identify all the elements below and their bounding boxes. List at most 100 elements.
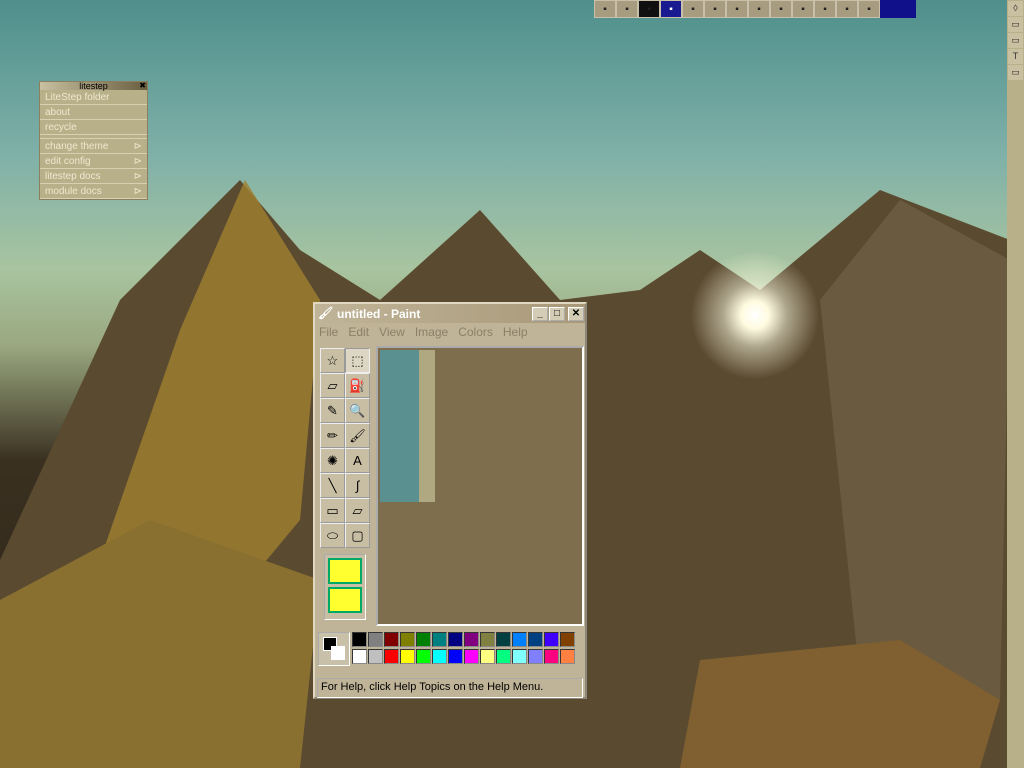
minimize-button[interactable]: _ [532, 306, 548, 321]
opaque-option[interactable] [328, 558, 362, 584]
palette-swatch[interactable] [464, 649, 479, 664]
tray-icon[interactable]: T [1008, 49, 1023, 64]
canvas-image[interactable] [380, 350, 435, 502]
status-bar: For Help, click Help Topics on the Help … [317, 678, 583, 698]
menu-item[interactable]: recycle [40, 120, 147, 135]
tray-icon[interactable]: ▭ [1008, 65, 1023, 80]
close-button[interactable]: ✕ [568, 306, 584, 321]
submenu-arrow-icon: ⊳ [133, 171, 142, 182]
notebook-icon[interactable]: ▪ [682, 0, 704, 18]
paint-icon[interactable]: ▪ [726, 0, 748, 18]
menu-bar: File Edit View Image Colors Help [315, 323, 585, 341]
network-icon[interactable]: ▪ [814, 0, 836, 18]
help-icon[interactable]: ▪ [748, 0, 770, 18]
free-select-tool[interactable]: ☆ [320, 348, 345, 373]
menu-edit[interactable]: Edit [348, 325, 369, 339]
menu-item[interactable]: module docs ⊳ [40, 184, 147, 199]
tray-icon[interactable]: ▭ [1008, 17, 1023, 32]
title-bar[interactable]: 🖌 untitled - Paint _ □ ✕ [315, 304, 585, 323]
menu-item[interactable]: change theme ⊳ [40, 139, 147, 154]
folder-icon[interactable]: ▪ [616, 0, 638, 18]
palette-swatch[interactable] [368, 649, 383, 664]
menu-item[interactable]: edit config ⊳ [40, 154, 147, 169]
menu-item-label: module docs [45, 186, 102, 197]
notepad-icon[interactable]: ▪ [704, 0, 726, 18]
palette-swatch[interactable] [496, 632, 511, 647]
color-box [318, 632, 580, 668]
submenu-arrow-icon: ⊳ [133, 141, 142, 152]
palette-swatch[interactable] [352, 632, 367, 647]
palette-swatch[interactable] [512, 632, 527, 647]
select-tool[interactable]: ⬚ [345, 348, 370, 373]
palette-swatch[interactable] [400, 632, 415, 647]
palette-swatch[interactable] [528, 649, 543, 664]
menu-item[interactable]: LiteStep folder [40, 90, 147, 105]
close-icon[interactable]: ✖ [139, 82, 146, 90]
line-tool[interactable]: ╲ [320, 473, 345, 498]
window-icon[interactable]: ▪ [660, 0, 682, 18]
fill-tool[interactable]: ⛽ [345, 373, 370, 398]
palette-swatch[interactable] [480, 649, 495, 664]
canvas-area[interactable] [376, 346, 584, 626]
menu-file[interactable]: File [319, 325, 338, 339]
explorer-icon[interactable]: ▪ [638, 0, 660, 18]
palette-swatch[interactable] [416, 632, 431, 647]
taskbar-filler [880, 0, 916, 18]
windows-logo-icon[interactable]: ▪ [594, 0, 616, 18]
menu-help[interactable]: Help [503, 325, 528, 339]
magnifier-tool[interactable]: 🔍 [345, 398, 370, 423]
brush-tool[interactable]: 🖌 [345, 423, 370, 448]
palette-swatch[interactable] [464, 632, 479, 647]
background-color[interactable] [331, 646, 345, 660]
palette-swatch[interactable] [352, 649, 367, 664]
palette-swatch[interactable] [384, 632, 399, 647]
palette-swatch[interactable] [400, 649, 415, 664]
maximize-button[interactable]: □ [549, 306, 565, 321]
search-icon[interactable]: ▪ [858, 0, 880, 18]
palette-swatch[interactable] [496, 649, 511, 664]
toolbox: ☆ ⬚ ▱ ⛽ ✎ 🔍 ✏ 🖌 ✺ A ╲ ∫ ▭ ▱ ⬭ ▢ [320, 348, 370, 548]
ellipse-tool[interactable]: ⬭ [320, 523, 345, 548]
tray-icon[interactable]: ▭ [1008, 33, 1023, 48]
tray-icon[interactable]: ◊ [1008, 1, 1023, 16]
palette-swatch[interactable] [384, 649, 399, 664]
control-panel-icon[interactable]: ▪ [836, 0, 858, 18]
menu-view[interactable]: View [379, 325, 405, 339]
menu-item[interactable]: litestep docs ⊳ [40, 169, 147, 184]
palette-swatch[interactable] [544, 632, 559, 647]
viewer-icon[interactable]: ▪ [792, 0, 814, 18]
sun [690, 250, 820, 380]
palette-swatch[interactable] [544, 649, 559, 664]
submenu-arrow-icon: ⊳ [133, 156, 142, 167]
palette-swatch[interactable] [560, 632, 575, 647]
menu-image[interactable]: Image [415, 325, 448, 339]
rounded-rectangle-tool[interactable]: ▢ [345, 523, 370, 548]
palette-swatch[interactable] [416, 649, 431, 664]
palette-swatch[interactable] [448, 632, 463, 647]
kx-icon[interactable]: ▪ [770, 0, 792, 18]
palette-swatch[interactable] [432, 649, 447, 664]
palette-swatch[interactable] [528, 632, 543, 647]
menu-colors[interactable]: Colors [458, 325, 493, 339]
palette-swatch[interactable] [480, 632, 495, 647]
top-taskbar: ▪ ▪ ▪ ▪ ▪ ▪ ▪ ▪ ▪ ▪ ▪ ▪ ▪ [594, 0, 916, 18]
litestep-popup-menu: litestep ✖ LiteStep folder about recycle cha… [39, 81, 148, 200]
polygon-tool[interactable]: ▱ [345, 498, 370, 523]
menu-item-label: edit config [45, 156, 91, 167]
pencil-tool[interactable]: ✏ [320, 423, 345, 448]
menu-item[interactable]: about [40, 105, 147, 120]
eraser-tool[interactable]: ▱ [320, 373, 345, 398]
palette-swatch[interactable] [368, 632, 383, 647]
litestep-menu-title: litestep ✖ [40, 82, 147, 91]
palette-swatch[interactable] [560, 649, 575, 664]
transparent-option[interactable] [328, 587, 362, 613]
rectangle-tool[interactable]: ▭ [320, 498, 345, 523]
palette-swatch[interactable] [512, 649, 527, 664]
airbrush-tool[interactable]: ✺ [320, 448, 345, 473]
palette-swatch[interactable] [432, 632, 447, 647]
curve-tool[interactable]: ∫ [345, 473, 370, 498]
color-picker-tool[interactable]: ✎ [320, 398, 345, 423]
text-tool[interactable]: A [345, 448, 370, 473]
current-colors[interactable] [318, 632, 350, 666]
palette-swatch[interactable] [448, 649, 463, 664]
